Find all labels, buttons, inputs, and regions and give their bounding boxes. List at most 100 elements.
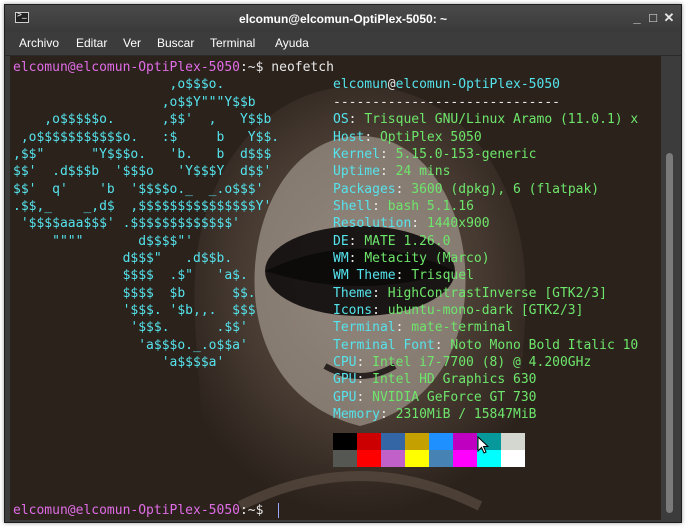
info-row-de: DE: MATE 1.26.0 xyxy=(333,234,451,249)
info-value: Metacity (Marco) xyxy=(364,251,490,266)
prompt-path: :~$ xyxy=(239,60,272,75)
menu-buscar[interactable]: Buscar xyxy=(157,36,194,50)
info-row-terminal: Terminal: mate-terminal xyxy=(333,320,514,335)
color-swatch xyxy=(405,450,429,467)
info-row-terminal-font: Terminal Font: Noto Mono Bold Italic 10 xyxy=(333,338,639,353)
info-row-host: Host: OptiPlex 5050 xyxy=(333,130,482,145)
info-key: WM Theme xyxy=(333,268,396,283)
close-button[interactable]: ✕ xyxy=(661,10,677,26)
color-swatch xyxy=(453,433,477,450)
menu-archivo[interactable]: Archivo xyxy=(19,36,59,50)
info-value: 1440x900 xyxy=(426,216,490,231)
logo-line: '$$$. '$b,,. $$$ xyxy=(13,303,256,318)
info-key: Terminal xyxy=(333,320,396,335)
info-key: Kernel xyxy=(333,147,380,162)
logo-line: ,o$$$o. xyxy=(13,77,225,92)
logo-line: '$$$. .$$' xyxy=(13,320,248,335)
info-value: Noto Mono Bold Italic 10 xyxy=(450,338,639,353)
title-bar[interactable]: elcomun@elcomun-OptiPlex-5050: ~ _ □ ✕ xyxy=(5,5,681,32)
logo-line: """" d$$$$"' xyxy=(13,234,194,249)
info-value: Trisquel GNU/Linux Aramo (11.0.1) x xyxy=(364,112,639,127)
info-key: Host xyxy=(333,130,365,145)
logo-line: ,$$" "Y$$$o. 'b. b d$$$ xyxy=(13,147,272,162)
info-row-icons: Icons: ubuntu-mono-dark [GTK2/3] xyxy=(333,303,584,318)
info-row-cpu: CPU: Intel i7-7700 (8) @ 4.200GHz xyxy=(333,355,592,370)
text-cursor xyxy=(278,503,279,518)
maximize-button[interactable]: □ xyxy=(645,10,661,26)
logo-line: $$' q' 'b '$$$$o._ _.o$$$' xyxy=(13,182,264,197)
info-key: Theme xyxy=(333,286,373,301)
menu-ver[interactable]: Ver xyxy=(123,36,141,50)
info-row-memory: Memory: 2310MiB / 15847MiB xyxy=(333,407,537,422)
info-value: Intel i7-7700 (8) @ 4.200GHz xyxy=(372,355,592,370)
final-prompt-line: elcomun@elcomun-OptiPlex-5050:~$ xyxy=(13,502,279,519)
info-row-shell: Shell: bash 5.1.16 xyxy=(333,199,474,214)
info-key: GPU xyxy=(333,372,357,387)
logo-line: $$' .d$$$b '$$$o 'Y$$$Y d$$' xyxy=(13,164,272,179)
info-row-kernel: Kernel: 5.15.0-153-generic xyxy=(333,147,537,162)
minimize-button[interactable]: _ xyxy=(629,10,645,26)
menu-terminal[interactable]: Terminal xyxy=(210,36,255,50)
info-value: HighContrastInverse [GTK2/3] xyxy=(387,286,607,301)
info-value: 2310MiB / 15847MiB xyxy=(395,407,537,422)
color-swatch xyxy=(501,450,525,467)
info-row-gpu-nvidia: GPU: NVIDIA GeForce GT 730 xyxy=(333,390,537,405)
user-name: elcomun xyxy=(333,77,388,92)
info-key: GPU xyxy=(333,390,357,405)
menu-editar[interactable]: Editar xyxy=(76,36,107,50)
info-value: 5.15.0-153-generic xyxy=(395,147,537,162)
logo-line: $$$$ $b $$. xyxy=(13,286,256,301)
color-swatch xyxy=(429,450,453,467)
final-prompt-path: :~$ xyxy=(239,503,272,518)
info-value: NVIDIA GeForce GT 730 xyxy=(372,390,537,405)
logo-line: d$$$" .d$$b. xyxy=(13,251,233,266)
scrollbar-thumb[interactable] xyxy=(666,153,673,513)
info-key: Terminal Font xyxy=(333,338,435,353)
info-row-theme: Theme: HighContrastInverse [GTK2/3] xyxy=(333,286,607,301)
info-value: OptiPlex 5050 xyxy=(379,130,482,145)
color-swatch xyxy=(357,450,381,467)
info-row-os: OS: Trisquel GNU/Linux Aramo (11.0.1) x xyxy=(333,112,639,127)
menu-bar: Archivo Editar Ver Buscar Terminal Ayuda xyxy=(5,32,681,56)
color-swatch xyxy=(357,433,381,450)
info-key: Memory xyxy=(333,407,380,422)
info-row-gpu-intel: GPU: Intel HD Graphics 630 xyxy=(333,372,537,387)
separator-line: ----------------------------- xyxy=(333,95,560,110)
window-title: elcomun@elcomun-OptiPlex-5050: ~ xyxy=(238,12,448,26)
info-value: Trisquel xyxy=(411,268,474,283)
logo-line: 'a$$$$a' xyxy=(13,355,225,370)
color-swatch xyxy=(405,433,429,450)
vertical-scrollbar[interactable] xyxy=(661,56,678,520)
info-row-wm: WM: Metacity (Marco) xyxy=(333,251,490,266)
info-key: DE xyxy=(333,234,349,249)
info-key: CPU xyxy=(333,355,357,370)
color-swatch xyxy=(381,450,405,467)
terminal-window: elcomun@elcomun-OptiPlex-5050: ~ _ □ ✕ A… xyxy=(4,4,682,523)
color-swatch xyxy=(453,450,477,467)
host-name: elcomun-OptiPlex-5050 xyxy=(395,77,560,92)
color-swatch xyxy=(381,433,405,450)
info-key: Shell xyxy=(333,199,373,214)
info-value: 3600 (dpkg), 6 (flatpak) xyxy=(411,182,600,197)
color-swatch xyxy=(333,450,357,467)
info-value: ubuntu-mono-dark [GTK2/3] xyxy=(387,303,584,318)
logo-line: .$$,_ _,d$ ,$$$$$$$$$$$$$$$Y' xyxy=(13,199,272,214)
info-row-wm-theme: WM Theme: Trisquel xyxy=(333,268,474,283)
terminal-output[interactable]: elcomun@elcomun-OptiPlex-5050:~$ neofetc… xyxy=(10,56,661,520)
info-row-uptime: Uptime: 24 mins xyxy=(333,164,451,179)
prompt-line: elcomun@elcomun-OptiPlex-5050:~$ neofetc… xyxy=(13,59,334,76)
final-prompt-user: elcomun@elcomun-OptiPlex-5050 xyxy=(13,503,240,518)
logo-line: ,o$$$$$o. ,$$' , Y$$b xyxy=(13,112,272,127)
logo-line: $$$$ .$" 'a$. xyxy=(13,268,248,283)
info-value: mate-terminal xyxy=(411,320,514,335)
mouse-pointer-icon xyxy=(477,436,489,454)
menu-ayuda[interactable]: Ayuda xyxy=(275,36,309,50)
logo-line: '$$$$aaa$$$' .$$$$$$$$$$$$$' xyxy=(13,216,240,231)
color-swatch xyxy=(501,433,525,450)
info-key: WM xyxy=(333,251,349,266)
logo-line: 'a$$$o._.o$$a' xyxy=(13,338,248,353)
at-sign: @ xyxy=(387,77,396,92)
user-host-line: elcomun@elcomun-OptiPlex-5050 xyxy=(333,76,560,93)
info-row-packages: Packages: 3600 (dpkg), 6 (flatpak) xyxy=(333,182,600,197)
info-key: OS xyxy=(333,112,349,127)
